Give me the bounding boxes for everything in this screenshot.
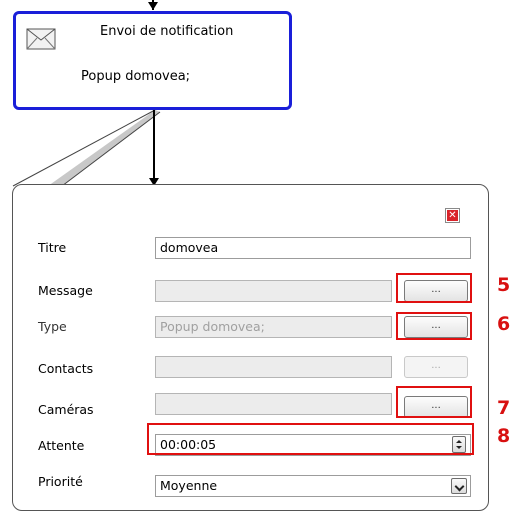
notification-settings-panel [12, 184, 489, 511]
notification-node[interactable]: Envoi de notification Popup domovea; [13, 11, 292, 110]
close-button[interactable]: ✕ [445, 208, 460, 223]
envelope-icon [26, 28, 56, 50]
connector-line-bottom [153, 110, 155, 180]
highlight-attente-field [147, 423, 474, 455]
node-title: Envoi de notification [100, 24, 234, 39]
highlight-cameras-button [396, 386, 472, 418]
message-label: Message [38, 283, 93, 298]
contacts-browse-button[interactable]: ... [404, 356, 468, 378]
annotation-number-8: 8 [497, 425, 511, 447]
cameras-label: Caméras [38, 402, 94, 417]
type-field: Popup domovea; [155, 316, 392, 338]
chevron-down-icon [454, 481, 465, 492]
priorite-label: Priorité [38, 474, 83, 489]
contacts-field [155, 356, 392, 378]
annotation-number-6: 6 [497, 313, 511, 335]
annotation-number-7: 7 [497, 397, 511, 419]
priorite-select[interactable]: Moyenne [155, 475, 471, 497]
node-subtitle: Popup domovea; [81, 69, 191, 84]
highlight-message-button [396, 273, 472, 303]
cameras-field [155, 393, 392, 415]
annotation-number-5: 5 [497, 274, 511, 296]
contacts-label: Contacts [38, 361, 94, 376]
priorite-dropdown-button[interactable] [451, 478, 467, 494]
message-field [155, 280, 392, 302]
close-icon: ✕ [447, 210, 458, 221]
highlight-type-button [396, 312, 472, 340]
connector-arrow-top [148, 2, 158, 10]
attente-label: Attente [38, 438, 85, 453]
titre-input[interactable]: domovea [155, 237, 471, 259]
type-label: Type [38, 319, 67, 334]
titre-label: Titre [38, 240, 67, 255]
